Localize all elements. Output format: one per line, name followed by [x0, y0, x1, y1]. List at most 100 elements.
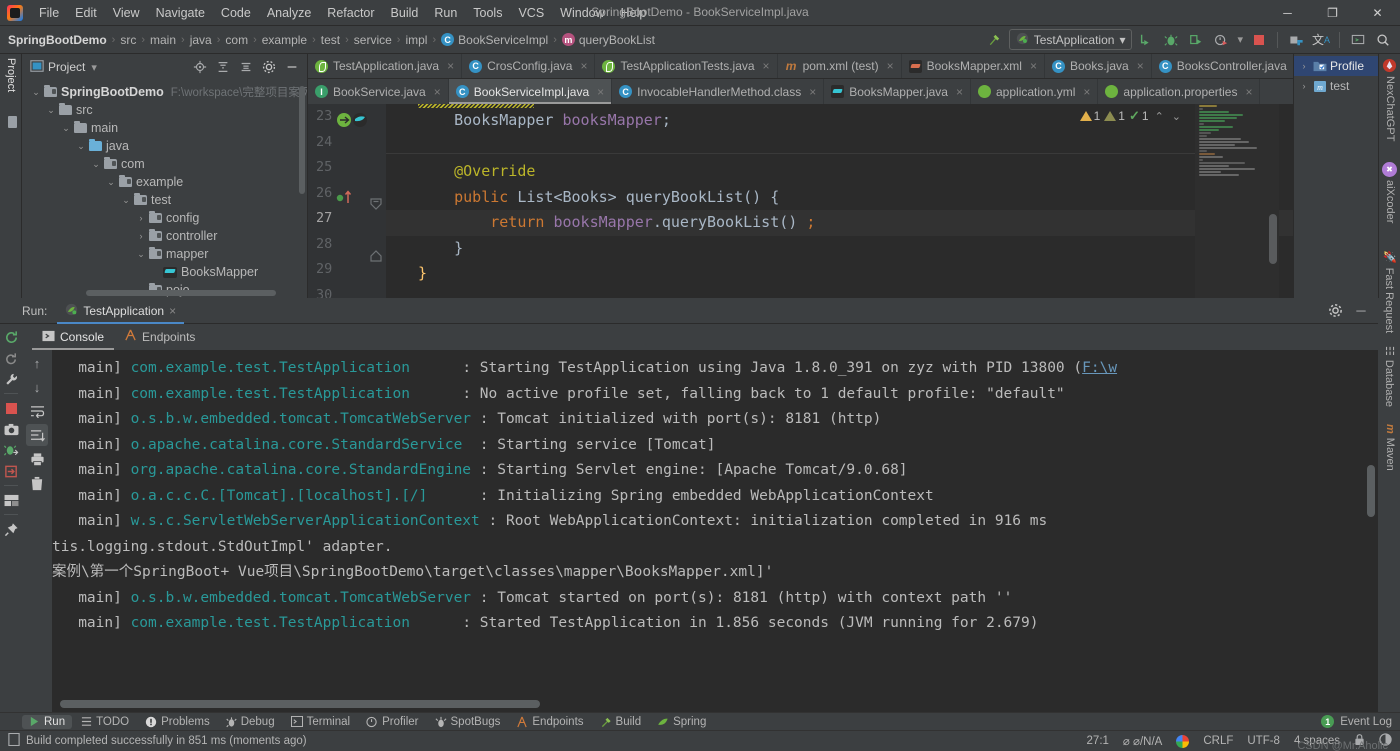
export-icon[interactable]: [1, 461, 21, 481]
menu-bar[interactable]: File Edit View Navigate Code Analyze Ref…: [31, 3, 654, 23]
tool-button-nexchatgpt[interactable]: NexChatGPT: [1384, 76, 1396, 141]
close-icon[interactable]: ×: [434, 85, 441, 99]
project-tree[interactable]: ⌄SpringBootDemoF:\workspace\完整项目案例⌄src⌄m…: [22, 80, 307, 298]
menu-view[interactable]: View: [105, 3, 148, 23]
gutter-line-25[interactable]: 25: [308, 159, 386, 185]
code-line-27[interactable]: return booksMapper.queryBookList() ;: [386, 210, 1293, 236]
settings-gear-icon[interactable]: [1324, 300, 1346, 322]
tool-window-button-terminal[interactable]: Terminal: [284, 715, 357, 729]
editor-tab-bookservice-java[interactable]: IBookService.java×: [308, 79, 449, 104]
editor-tab-pom-xml-test-[interactable]: mpom.xml (test)×: [778, 54, 902, 78]
collapse-all-icon[interactable]: [235, 56, 257, 78]
thread-dump-icon[interactable]: [1, 440, 21, 460]
project-vertical-scrollbar[interactable]: [299, 86, 305, 194]
tree-node-mapper[interactable]: ⌄mapper: [22, 245, 307, 263]
event-log-area[interactable]: 1 Event Log: [1321, 715, 1400, 728]
menu-vcs[interactable]: VCS: [510, 3, 552, 23]
override-method-gutter-icon[interactable]: [336, 189, 356, 209]
menu-tools[interactable]: Tools: [465, 3, 510, 23]
editor-tab-crosconfig-java[interactable]: CCrosConfig.java×: [462, 54, 595, 78]
editor-tab-row-1[interactable]: TestApplication.java×CCrosConfig.java×Te…: [308, 54, 1293, 79]
editor-tab-testapplicationtests-java[interactable]: TestApplicationTests.java×: [595, 54, 777, 78]
menu-file[interactable]: File: [31, 3, 67, 23]
code-line-26[interactable]: public List<Books> queryBookList() {: [386, 185, 1293, 211]
menu-analyze[interactable]: Analyze: [259, 3, 319, 23]
soft-wrap-icon[interactable]: [26, 400, 48, 422]
tree-toggle-arrow-icon[interactable]: ›: [135, 213, 147, 223]
updates-icon[interactable]: [1285, 29, 1307, 51]
build-hammer-icon[interactable]: [984, 29, 1006, 51]
stop-icon[interactable]: [1, 398, 21, 418]
google-translate-icon[interactable]: [1176, 735, 1189, 748]
run-tab-testapplication[interactable]: TestApplication ×: [57, 298, 184, 324]
project-horizontal-scrollbar[interactable]: [86, 290, 276, 296]
line-separator[interactable]: CRLF: [1203, 735, 1233, 747]
tree-node-com[interactable]: ⌄com: [22, 155, 307, 173]
profiler-item-profile[interactable]: ›Profile: [1294, 56, 1378, 76]
run-with-coverage-icon[interactable]: [1185, 29, 1207, 51]
indent-setting[interactable]: 4 spaces: [1294, 735, 1340, 747]
translate-icon[interactable]: 文A: [1310, 29, 1332, 51]
separator-setting[interactable]: ⌀ ⌀/N/A: [1123, 734, 1162, 748]
close-icon[interactable]: ×: [1083, 85, 1090, 99]
tool-button-maven[interactable]: m Maven: [1384, 424, 1396, 471]
editor-tab-testapplication-java[interactable]: TestApplication.java×: [308, 54, 462, 78]
weak-warning-count[interactable]: 1: [1104, 109, 1125, 123]
tool-window-button-build[interactable]: Build: [593, 715, 649, 729]
clear-all-icon[interactable]: [26, 472, 48, 494]
editor-minimap[interactable]: [1195, 104, 1279, 298]
tree-node-example[interactable]: ⌄example: [22, 173, 307, 191]
menu-navigate[interactable]: Navigate: [148, 3, 213, 23]
tree-node-config[interactable]: ›config: [22, 209, 307, 227]
breadcrumb-method[interactable]: m queryBookList: [562, 33, 655, 47]
rerun-failed-icon[interactable]: [1, 348, 21, 368]
menu-run[interactable]: Run: [426, 3, 465, 23]
code-fold-marker-icon[interactable]: [370, 198, 382, 214]
profile-icon[interactable]: [1210, 29, 1232, 51]
tree-toggle-arrow-icon[interactable]: ⌄: [30, 87, 42, 98]
breadcrumb-src[interactable]: src: [120, 33, 136, 47]
scroll-down-icon[interactable]: ↓: [26, 376, 48, 398]
wrench-icon[interactable]: [1, 369, 21, 389]
menu-help[interactable]: Help: [613, 3, 655, 23]
tree-toggle-arrow-icon[interactable]: ›: [135, 231, 147, 241]
breadcrumb-java[interactable]: java: [190, 33, 212, 47]
debug-icon[interactable]: [1160, 29, 1182, 51]
code-fold-end-marker-icon[interactable]: [370, 250, 382, 266]
expand-all-icon[interactable]: [212, 56, 234, 78]
breadcrumb-service[interactable]: service: [354, 33, 392, 47]
menu-build[interactable]: Build: [383, 3, 427, 23]
tool-window-button-run[interactable]: Run: [22, 715, 72, 729]
tree-node-controller[interactable]: ›controller: [22, 227, 307, 245]
profiler-item-test[interactable]: ›mtest: [1294, 76, 1378, 96]
tool-window-button-spring[interactable]: Spring: [650, 715, 713, 729]
caret-position[interactable]: 27:1: [1087, 735, 1109, 747]
breadcrumb-project[interactable]: SpringBootDemo: [8, 33, 107, 47]
search-icon[interactable]: [1372, 29, 1394, 51]
breadcrumb-example[interactable]: example: [262, 33, 307, 47]
editor-tab-bookserviceimpl-java[interactable]: CBookServiceImpl.java×: [449, 79, 612, 104]
tree-toggle-arrow-icon[interactable]: ⌄: [105, 177, 117, 188]
tree-node-java[interactable]: ⌄java: [22, 137, 307, 155]
gutter-line-24[interactable]: 24: [308, 134, 386, 160]
close-icon[interactable]: ×: [580, 59, 587, 73]
tree-toggle-arrow-icon[interactable]: ⌄: [45, 105, 57, 116]
breadcrumb-class[interactable]: C BookServiceImpl: [441, 33, 548, 47]
tool-button-project[interactable]: Project: [5, 58, 17, 92]
tree-node-booksmapper[interactable]: BooksMapper: [22, 263, 307, 281]
next-problem-icon[interactable]: ⌄: [1170, 110, 1183, 123]
terminal-icon[interactable]: [1347, 29, 1369, 51]
editor-tab-books-java[interactable]: CBooks.java×: [1045, 54, 1152, 78]
console-tab-bar[interactable]: Console Endpoints: [22, 324, 1378, 350]
maximize-button[interactable]: ❐: [1310, 0, 1355, 26]
inspection-level-icon[interactable]: [1379, 733, 1392, 749]
hide-panel-icon[interactable]: [281, 56, 303, 78]
gutter-line-30[interactable]: 30: [308, 287, 386, 299]
code-line-30[interactable]: [386, 287, 1293, 299]
close-icon[interactable]: ×: [956, 85, 963, 99]
tool-window-button-problems[interactable]: Problems: [138, 715, 217, 729]
minimize-button[interactable]: ─: [1265, 0, 1310, 26]
gutter-line-23[interactable]: 23: [308, 108, 386, 134]
code-line-25[interactable]: @Override: [386, 159, 1293, 185]
editor-tab-invocablehandlermethod-class[interactable]: CInvocableHandlerMethod.class×: [612, 79, 824, 104]
